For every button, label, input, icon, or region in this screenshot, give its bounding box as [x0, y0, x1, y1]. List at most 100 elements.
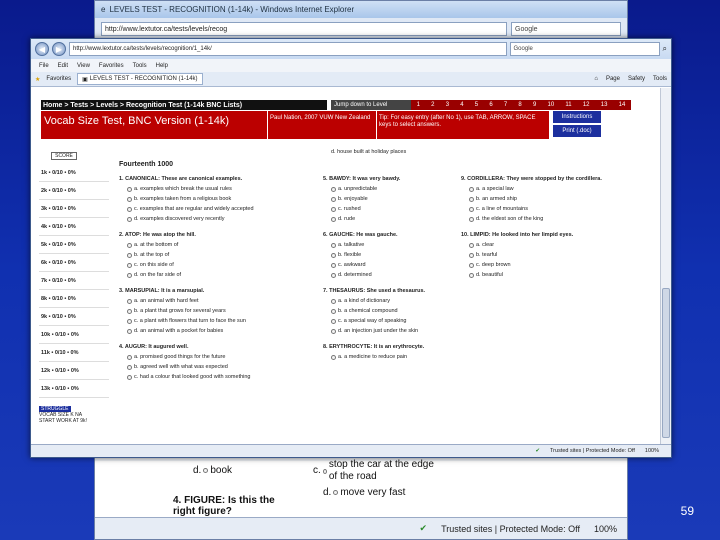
sidebar-level-score[interactable]: 10k • 0/10 • 0%	[39, 326, 109, 344]
sidebar-level-score[interactable]: 4k • 0/10 • 0%	[39, 218, 109, 236]
back-option-c[interactable]: c. stop the car at the edge of the road	[305, 459, 435, 483]
answer-option[interactable]: d. an animal with a pocket for babies	[119, 326, 324, 336]
sidebar-level-score[interactable]: 3k • 0/10 • 0%	[39, 200, 109, 218]
answer-option[interactable]: a. promised good things for the future	[119, 352, 324, 362]
print-button[interactable]: Print (.doc)	[553, 125, 601, 137]
sidebar-level-score[interactable]: 5k • 0/10 • 0%	[39, 236, 109, 254]
answer-option[interactable]: a. a medicine to reduce pain	[323, 352, 453, 362]
answer-option[interactable]: b. an armed ship	[461, 194, 631, 204]
answer-option[interactable]: d. determined	[323, 270, 453, 280]
answer-option[interactable]: a. at the bottom of	[119, 240, 324, 250]
answer-option[interactable]: a. a special law	[461, 184, 631, 194]
answer-option[interactable]: b. examples taken from a religious book	[119, 194, 324, 204]
radio-icon[interactable]	[127, 354, 132, 360]
answer-option[interactable]: a. a kind of dictionary	[323, 296, 453, 306]
answer-option[interactable]: d. beautiful	[461, 270, 631, 280]
sidebar-level-score[interactable]: 9k • 0/10 • 0%	[39, 308, 109, 326]
menu-view[interactable]: View	[77, 63, 90, 69]
radio-icon[interactable]	[469, 272, 474, 278]
answer-option[interactable]: c. examples that are regular and widely …	[119, 204, 324, 214]
radio-icon[interactable]	[469, 216, 474, 222]
sidebar-level-score[interactable]: 7k • 0/10 • 0%	[39, 272, 109, 290]
level-link-12[interactable]: 12	[583, 102, 590, 108]
radio-icon[interactable]	[127, 364, 132, 370]
radio-icon[interactable]	[331, 262, 336, 268]
level-link-3[interactable]: 3	[446, 102, 449, 108]
level-link-10[interactable]: 10	[548, 102, 555, 108]
answer-option[interactable]: c. a special way of speaking	[323, 316, 453, 326]
sidebar-level-score[interactable]: 11k • 0/10 • 0%	[39, 344, 109, 362]
instructions-button[interactable]: Instructions	[553, 111, 601, 123]
level-link-4[interactable]: 4	[460, 102, 463, 108]
answer-option[interactable]: a. examples which break the usual rules	[119, 184, 324, 194]
level-link-13[interactable]: 13	[601, 102, 608, 108]
answer-option[interactable]: c. a plant with flowers that turn to fac…	[119, 316, 324, 326]
answer-option[interactable]: b. flexible	[323, 250, 453, 260]
radio-icon[interactable]	[127, 216, 132, 222]
radio-icon[interactable]	[127, 252, 132, 258]
radio-icon[interactable]	[331, 354, 336, 360]
menu-edit[interactable]: Edit	[58, 63, 68, 69]
radio-icon[interactable]	[331, 216, 336, 222]
favorites-star-icon[interactable]: ★	[35, 76, 40, 83]
level-link-1[interactable]: 1	[417, 102, 420, 108]
answer-option[interactable]: c. rushed	[323, 204, 453, 214]
safety-menu[interactable]: Safety	[628, 76, 645, 82]
answer-option[interactable]: d. rude	[323, 214, 453, 224]
answer-option[interactable]: d. examples discovered very recently	[119, 214, 324, 224]
radio-icon[interactable]	[127, 374, 132, 380]
sidebar-level-score[interactable]: 6k • 0/10 • 0%	[39, 254, 109, 272]
sidebar-level-score[interactable]: 2k • 0/10 • 0%	[39, 182, 109, 200]
radio-icon[interactable]	[331, 186, 336, 192]
address-bar[interactable]: http://www.lextutor.ca/tests/levels/reco…	[69, 42, 507, 56]
level-link-7[interactable]: 7	[504, 102, 507, 108]
search-icon[interactable]: ⌕	[663, 44, 667, 54]
menu-tools[interactable]: Tools	[133, 63, 147, 69]
menu-file[interactable]: File	[39, 63, 49, 69]
answer-option[interactable]: b. a chemical compound	[323, 306, 453, 316]
radio-icon[interactable]	[127, 298, 132, 304]
radio-icon[interactable]	[331, 252, 336, 258]
breadcrumb[interactable]: Home > Tests > Levels > Recognition Test…	[41, 100, 327, 110]
radio-icon[interactable]	[127, 262, 132, 268]
radio-icon[interactable]	[127, 196, 132, 202]
radio-icon[interactable]	[127, 272, 132, 278]
answer-option[interactable]: b. a plant that grows for several years	[119, 306, 324, 316]
level-link-6[interactable]: 6	[489, 102, 492, 108]
sidebar-level-score[interactable]: 13k • 0/10 • 0%	[39, 380, 109, 398]
level-link-2[interactable]: 2	[431, 102, 434, 108]
answer-option[interactable]: d. on the far side of	[119, 270, 324, 280]
answer-option[interactable]: c. a line of mountains	[461, 204, 631, 214]
radio-icon[interactable]	[333, 490, 339, 495]
level-link-5[interactable]: 5	[475, 102, 478, 108]
level-link-8[interactable]: 8	[518, 102, 521, 108]
radio-icon[interactable]	[331, 308, 336, 314]
back-option-d[interactable]: d. book	[185, 465, 232, 476]
radio-icon[interactable]	[469, 206, 474, 212]
radio-icon[interactable]	[331, 272, 336, 278]
answer-option[interactable]: b. enjoyable	[323, 194, 453, 204]
favorites-button[interactable]: Favorites	[46, 76, 71, 82]
answer-option[interactable]: c. awkward	[323, 260, 453, 270]
tab-levels-test[interactable]: ▣ LEVELS TEST - RECOGNITION (1-14k)	[77, 73, 203, 85]
vertical-scrollbar[interactable]	[660, 88, 671, 445]
radio-icon[interactable]	[331, 298, 336, 304]
answer-option[interactable]: c. on this side of	[119, 260, 324, 270]
radio-icon[interactable]	[469, 252, 474, 258]
radio-icon[interactable]	[331, 318, 336, 324]
back-option-d2[interactable]: d. move very fast	[315, 487, 405, 498]
radio-icon[interactable]	[127, 186, 132, 192]
radio-icon[interactable]	[469, 242, 474, 248]
back-address-bar[interactable]: http://www.lextutor.ca/tests/levels/reco…	[101, 22, 507, 36]
radio-icon[interactable]	[331, 328, 336, 334]
radio-icon[interactable]	[331, 242, 336, 248]
search-box[interactable]: Google	[509, 42, 660, 56]
answer-option[interactable]: b. at the top of	[119, 250, 324, 260]
scrollbar-thumb[interactable]	[662, 288, 670, 438]
level-link-11[interactable]: 11	[565, 102, 571, 108]
forward-arrow-icon[interactable]: ▶	[52, 42, 66, 56]
answer-option[interactable]: d. the eldest son of the king	[461, 214, 631, 224]
level-link-9[interactable]: 9	[533, 102, 536, 108]
answer-option[interactable]: a. unpredictable	[323, 184, 453, 194]
answer-option[interactable]: c. deep brown	[461, 260, 631, 270]
